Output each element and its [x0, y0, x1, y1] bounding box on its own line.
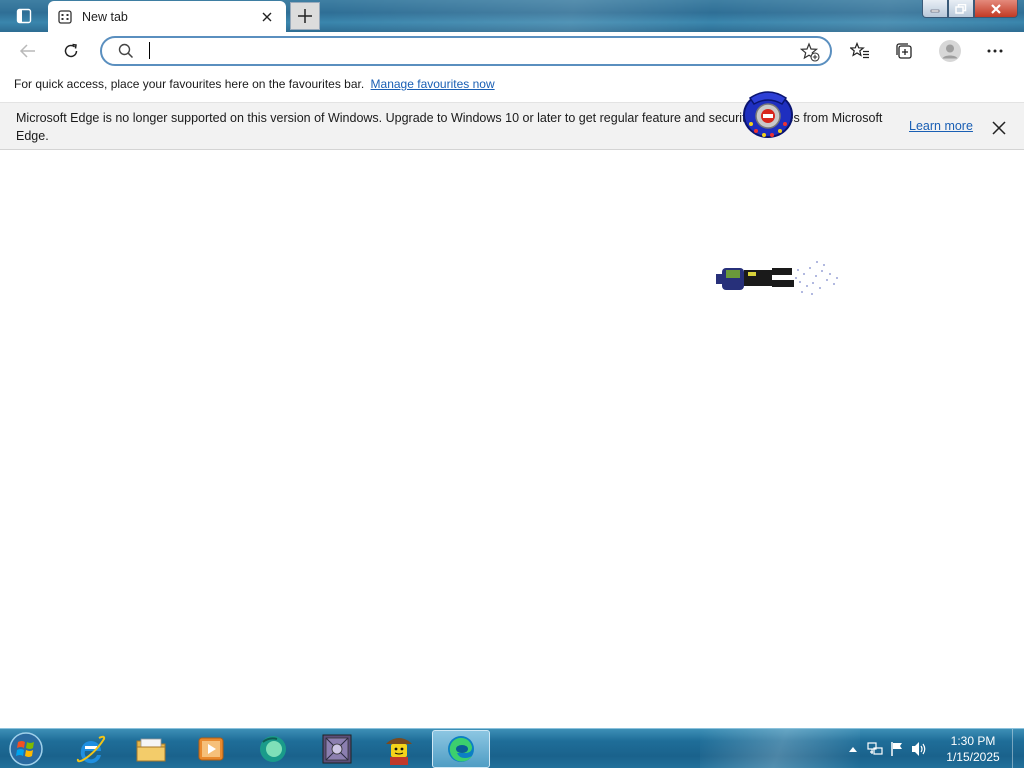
close-tab-button[interactable]: [258, 8, 276, 26]
collections-button[interactable]: [889, 36, 919, 66]
new-tab-button[interactable]: [290, 2, 320, 30]
show-desktop-button[interactable]: [1012, 729, 1024, 768]
taskbar-lego-minifig-app[interactable]: [370, 730, 428, 768]
text-caret: [149, 42, 150, 59]
taskbar-browser-app[interactable]: [244, 730, 302, 768]
speaker-icon: [912, 742, 926, 756]
refresh-button[interactable]: [56, 36, 86, 66]
minimize-icon: [930, 9, 940, 12]
infobar-close-button[interactable]: [990, 119, 1008, 137]
browser-titlebar: New tab: [0, 0, 1024, 32]
close-tab-icon: [262, 12, 272, 21]
back-icon: [19, 44, 35, 58]
action-center-tray-button[interactable]: [886, 739, 908, 759]
maximize-button[interactable]: [948, 0, 974, 18]
network-icon: [867, 742, 883, 755]
windows-orb-icon: [9, 732, 43, 766]
search-icon: [118, 43, 134, 63]
clock-time: 1:30 PM: [950, 734, 996, 748]
desktop-pet-pod-sprite[interactable]: [742, 88, 794, 140]
close-window-icon: [991, 3, 1001, 14]
windows-taskbar: 1:30 PM 1/15/2025: [0, 728, 1024, 768]
browser-app-icon: [260, 736, 286, 762]
maximize-icon: [955, 3, 967, 14]
collections-icon: [896, 43, 912, 59]
vertical-tabs-button[interactable]: [8, 4, 40, 28]
clock-date: 1/15/2025: [946, 750, 1000, 764]
taskbar-file-explorer[interactable]: [122, 730, 180, 768]
unsupported-os-infobar: Microsoft Edge is no longer supported on…: [0, 102, 1024, 150]
more-icon: [987, 49, 1003, 53]
close-window-button[interactable]: [974, 0, 1018, 18]
back-button[interactable]: [13, 36, 43, 66]
show-hidden-icons-button[interactable]: [842, 739, 864, 759]
add-favourite-icon: [799, 42, 820, 62]
profile-icon: [939, 40, 961, 62]
browser-toolbar: [0, 32, 1024, 70]
window-controls: [922, 0, 1018, 18]
taskbar-microsoft-edge[interactable]: [432, 730, 490, 768]
desktop-pet-flying-sprite[interactable]: [712, 256, 842, 302]
vertical-tabs-icon: [16, 8, 32, 24]
minimize-button[interactable]: [922, 0, 948, 18]
folder-icon: [136, 738, 166, 762]
learn-more-link[interactable]: Learn more: [909, 119, 973, 133]
desktop-screen: New tab For quick access, place your fav…: [0, 0, 1024, 768]
refresh-icon: [64, 43, 78, 58]
edge-icon: [448, 736, 474, 762]
network-tray-button[interactable]: [864, 739, 886, 759]
manage-favourites-link[interactable]: Manage favourites now: [371, 77, 495, 91]
internet-explorer-icon: [76, 735, 106, 764]
favourites-button[interactable]: [845, 36, 875, 66]
favourites-icon: [850, 42, 869, 59]
taskbar-clock[interactable]: 1:30 PM 1/15/2025: [938, 733, 1008, 765]
tab-new-tab[interactable]: New tab: [48, 1, 286, 32]
address-input[interactable]: [148, 42, 748, 60]
taskbar-winrar[interactable]: [308, 730, 366, 768]
volume-tray-button[interactable]: [908, 739, 930, 759]
start-button[interactable]: [4, 730, 48, 768]
favourites-bar-hint: For quick access, place your favourites …: [14, 77, 365, 91]
new-tab-page-icon: [58, 9, 72, 24]
winrar-icon: [322, 734, 352, 764]
add-favourite-button[interactable]: [799, 42, 820, 66]
taskbar-media-player[interactable]: [182, 730, 240, 768]
lego-minifig-icon: [386, 738, 412, 765]
profile-button[interactable]: [935, 36, 965, 66]
favourites-bar: For quick access, place your favourites …: [0, 70, 1024, 102]
media-player-icon: [198, 737, 224, 761]
taskbar-internet-explorer[interactable]: [62, 730, 120, 768]
chevron-up-icon: [849, 747, 857, 752]
more-button[interactable]: [980, 36, 1010, 66]
address-bar[interactable]: [100, 36, 832, 66]
tab-title: New tab: [82, 9, 128, 24]
plus-icon: [298, 9, 312, 23]
system-tray: [842, 729, 930, 768]
flag-icon: [891, 742, 902, 756]
close-icon: [992, 121, 1006, 135]
